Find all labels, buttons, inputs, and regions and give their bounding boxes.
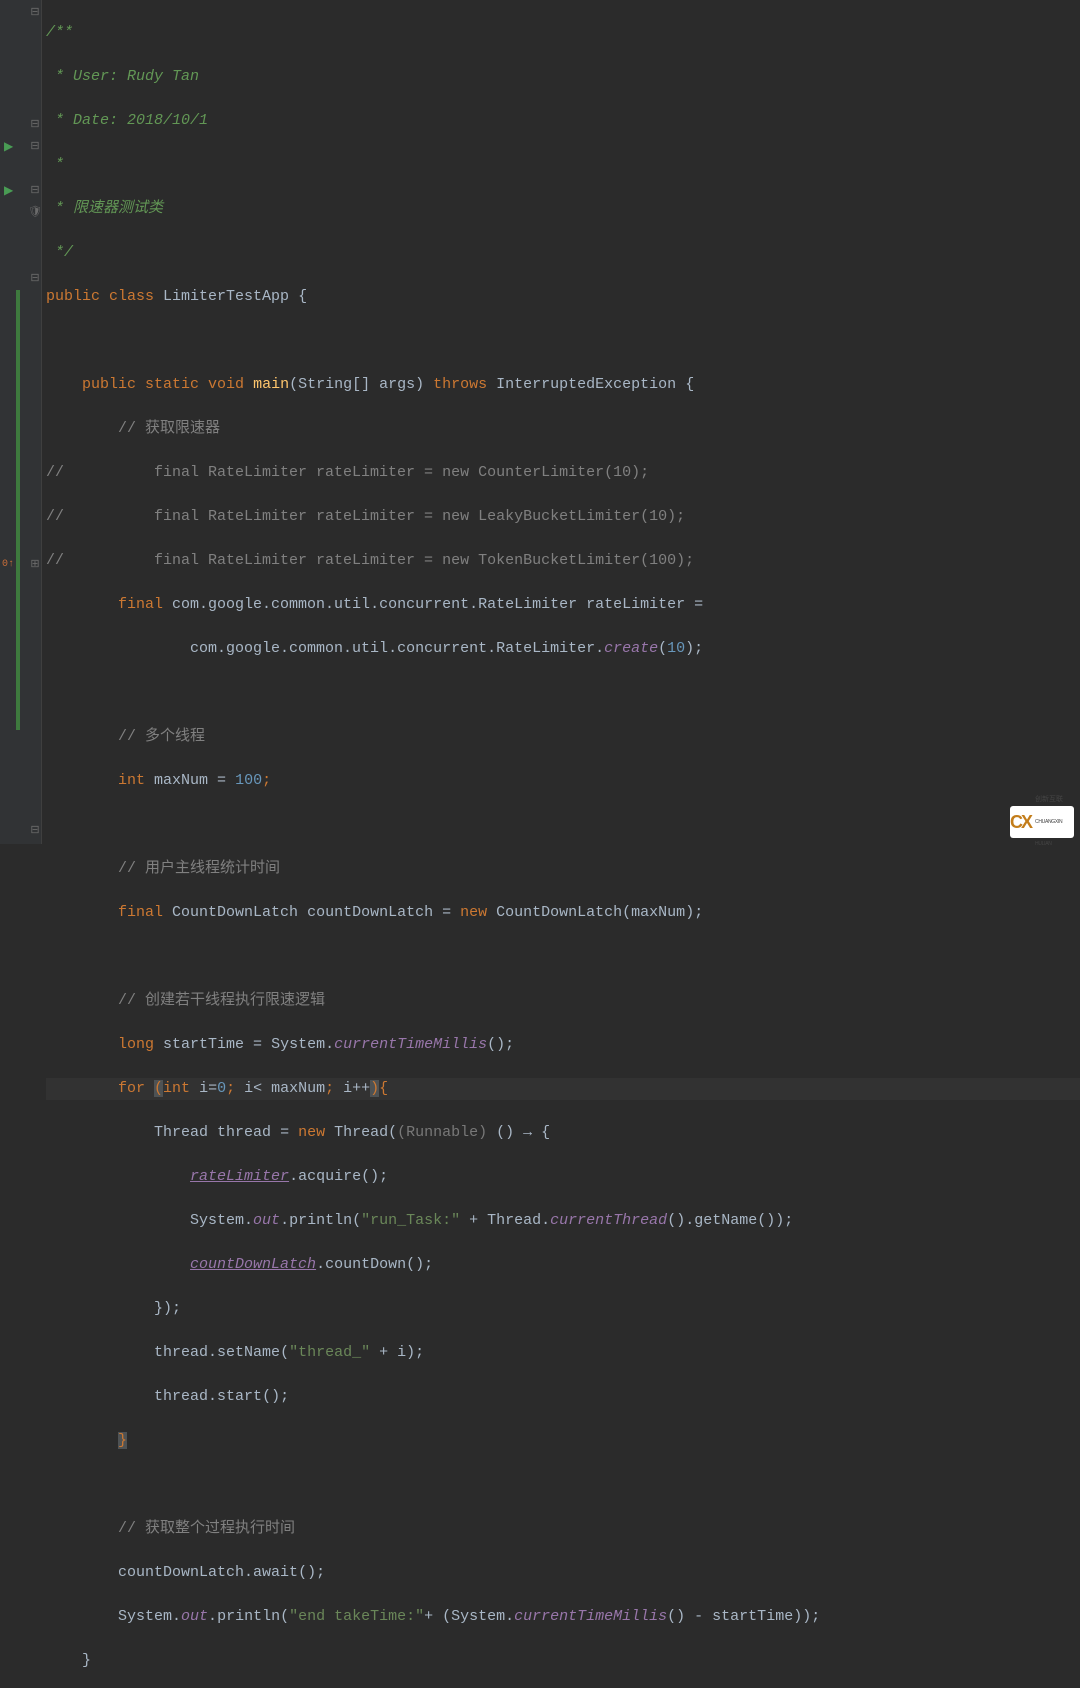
fold-icon[interactable]: ⊟: [28, 136, 42, 158]
comment: // 获取整个过程执行时间: [46, 1520, 295, 1537]
text: });: [46, 1300, 181, 1317]
class-name: LimiterTestApp: [163, 288, 298, 305]
javadoc: * 限速器测试类: [46, 200, 163, 217]
watermark-logo: CX 创新互联 CHUANGXIN HULIAN: [1010, 806, 1074, 838]
fold-icon[interactable]: ⊞: [28, 554, 42, 576]
comment: // final RateLimiter rateLimiter = new C…: [46, 464, 649, 481]
run-class-icon[interactable]: ▶: [4, 136, 13, 158]
kw: static: [145, 376, 208, 393]
text: }: [46, 1652, 91, 1669]
comment: // 用户主线程统计时间: [46, 860, 280, 877]
editor-code[interactable]: /** * User: Rudy Tan * Date: 2018/10/1 *…: [46, 0, 1080, 1688]
comment: // 创建若干线程执行限速逻辑: [46, 992, 325, 1009]
fold-icon[interactable]: 🛡: [28, 202, 42, 224]
logo-sub: CHUANGXIN HULIAN: [1035, 811, 1074, 855]
kw: void: [208, 376, 253, 393]
fold-icon[interactable]: ⊟: [28, 2, 42, 24]
comment: // final RateLimiter rateLimiter = new T…: [46, 552, 694, 569]
inlay-hint: (Runnable): [397, 1124, 496, 1141]
fold-icon[interactable]: ⊟: [28, 114, 42, 136]
run-main-icon[interactable]: ▶: [4, 180, 13, 202]
method: main: [253, 376, 289, 393]
kw: public: [82, 376, 145, 393]
kw: class: [109, 288, 163, 305]
comment: // 获取限速器: [46, 420, 220, 437]
logo-brand: 创新互联: [1035, 789, 1074, 811]
kw: public: [46, 288, 109, 305]
javadoc: * Date: 2018/10/1: [46, 112, 208, 129]
gutter: ▶ ▶ 0↑ ⊟ ⊟ ⊟ ⊟ 🛡 ⊟ ⊞ ⊟: [0, 0, 42, 844]
javadoc: */: [46, 244, 73, 261]
comment: // final RateLimiter rateLimiter = new L…: [46, 508, 685, 525]
javadoc: *: [46, 156, 64, 173]
comment: // 多个线程: [46, 728, 205, 745]
modified-icon: 0↑: [2, 554, 14, 576]
brace: {: [298, 288, 307, 305]
fold-icon[interactable]: ⊟: [28, 268, 42, 290]
javadoc: /**: [46, 24, 73, 41]
javadoc: * User: Rudy Tan: [46, 68, 199, 85]
logo-icon: CX: [1010, 811, 1031, 833]
fold-icon[interactable]: ⊟: [28, 180, 42, 202]
kw: throws: [433, 376, 496, 393]
caret-line: for (int i=0; i< maxNum; i++){: [46, 1078, 1080, 1100]
fold-icon[interactable]: ⊟: [28, 820, 42, 842]
vcs-change-marker: [16, 290, 20, 730]
